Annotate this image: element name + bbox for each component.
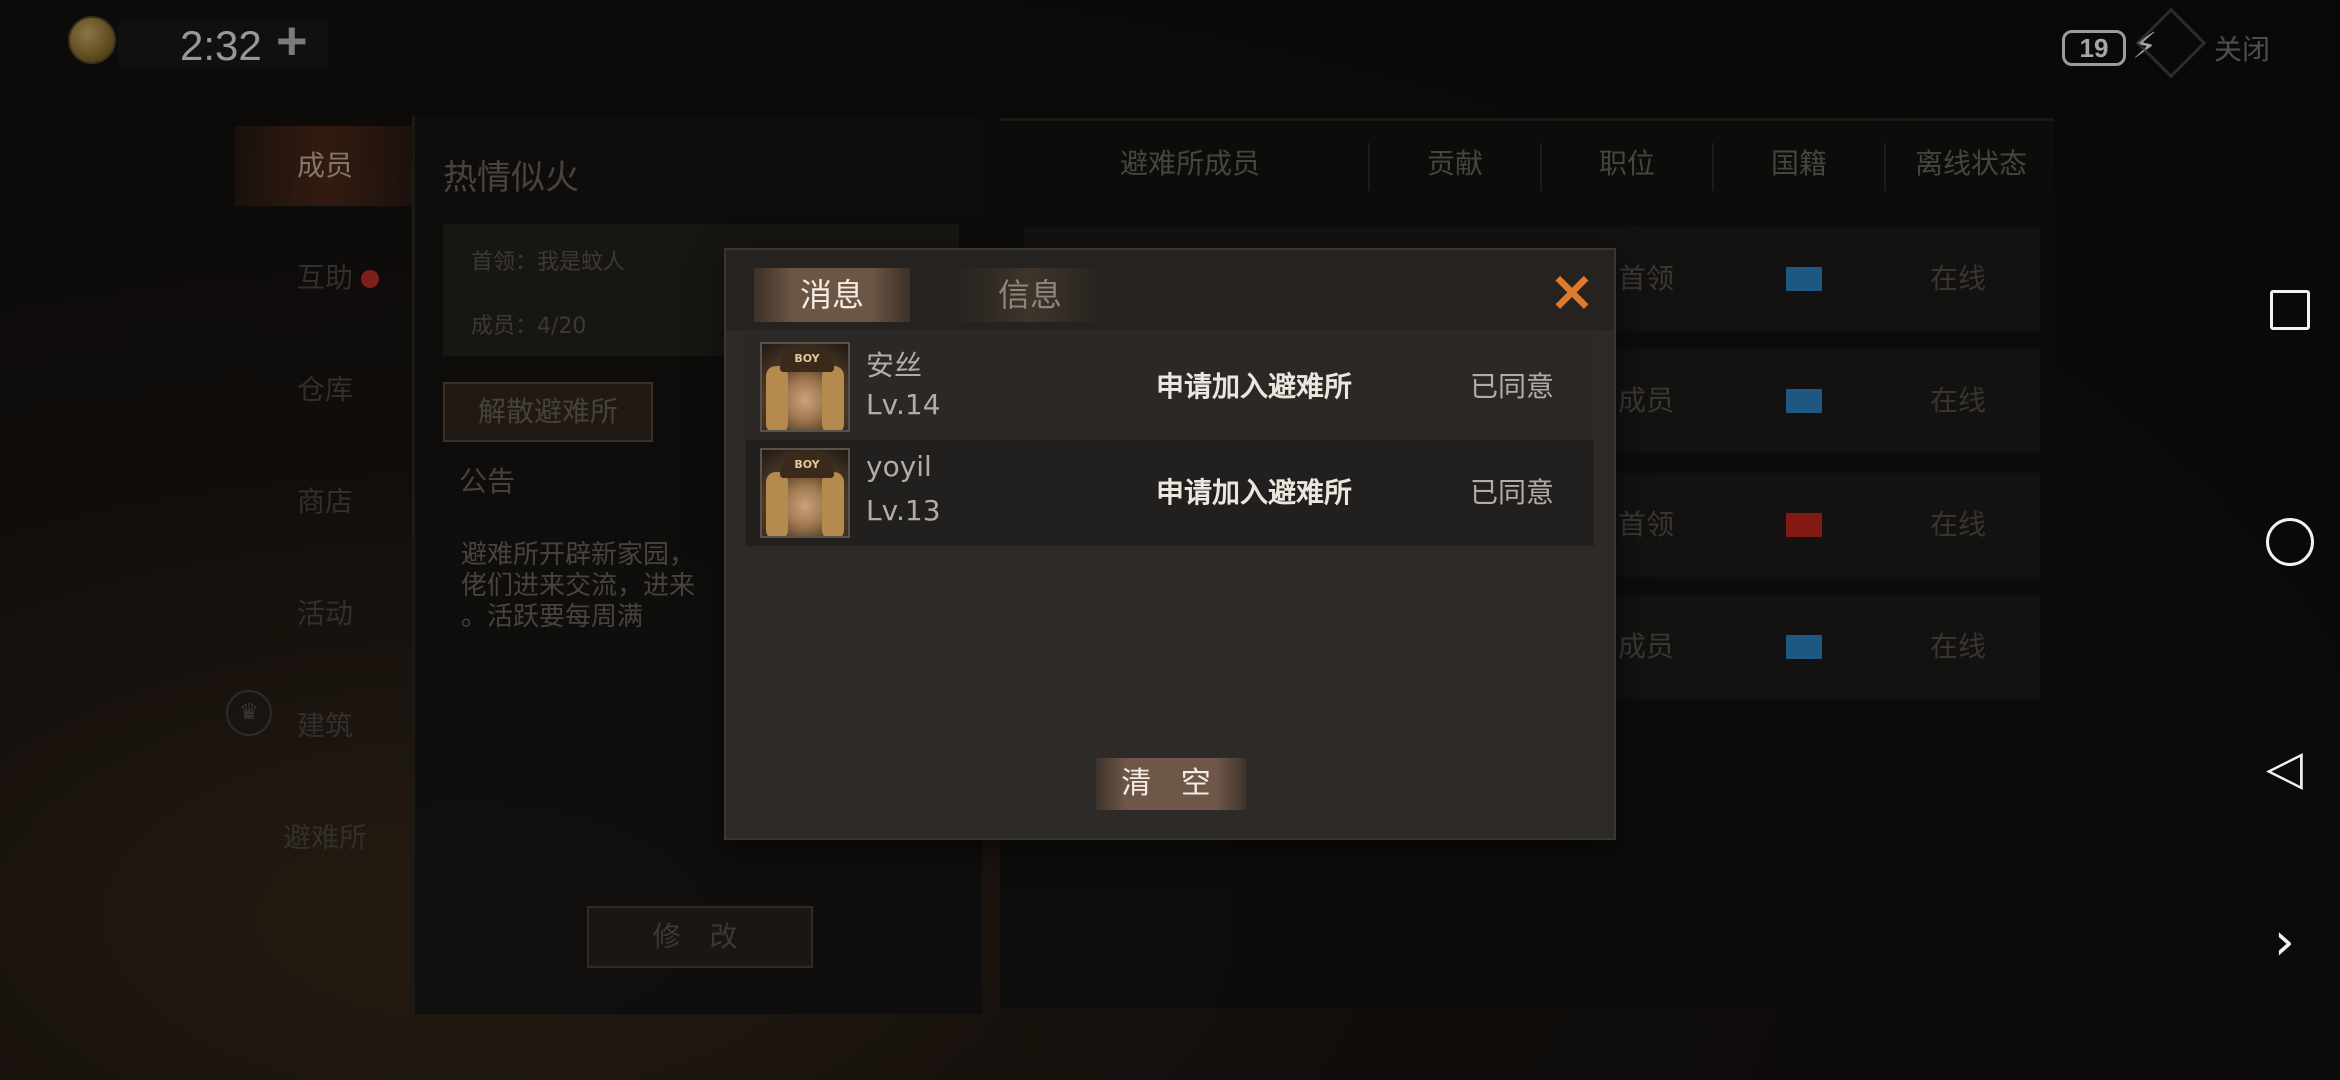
message-dialog: 消息 信息 × BOY 安丝 Lv.14 申请加入避难所 已同意 BOY yoy… xyxy=(726,250,1614,838)
shelter-member-count: 成员：4/20 xyxy=(471,314,587,339)
avatar-hair xyxy=(822,472,844,536)
clear-button[interactable]: 清 空 xyxy=(1096,758,1246,810)
message-action: 申请加入避难所 xyxy=(1156,370,1353,403)
message-status: 已同意 xyxy=(1470,370,1555,403)
avatar[interactable]: BOY xyxy=(760,448,850,538)
player-name: yoyil xyxy=(866,450,932,483)
player-level: Lv.13 xyxy=(866,494,941,527)
member-role: 成员 xyxy=(1618,630,1675,663)
nav-item-shelter[interactable]: 避难所 xyxy=(235,798,415,878)
col-header-online-status: 离线状态 xyxy=(1914,147,2027,180)
un-flag-icon xyxy=(1786,389,1822,413)
home-icon[interactable] xyxy=(2266,518,2314,566)
member-status: 在线 xyxy=(1930,262,1987,295)
nav-item-mutual-aid[interactable]: 互助 xyxy=(235,238,415,318)
close-panel-button[interactable]: 关闭 xyxy=(2214,28,2270,68)
modify-notice-button[interactable]: 修 改 xyxy=(587,906,813,968)
chevron-right-icon[interactable]: › xyxy=(2274,916,2295,968)
message-status: 已同意 xyxy=(1470,476,1555,509)
col-header-member: 避难所成员 xyxy=(1119,147,1260,180)
member-table-header: 避难所成员 贡献 职位 国籍 离线状态 xyxy=(1000,129,2054,199)
shelter-leader: 首领：我是蚊人 xyxy=(471,250,626,275)
avatar-hair xyxy=(766,472,788,536)
tab-info[interactable]: 信息 xyxy=(952,268,1108,322)
player-name: 安丝 xyxy=(866,349,923,382)
close-icon[interactable]: × xyxy=(1544,264,1600,320)
un-flag-icon xyxy=(1786,267,1822,291)
col-header-contribution: 贡献 xyxy=(1426,147,1483,180)
tab-messages[interactable]: 消息 xyxy=(754,268,910,322)
avatar-hair xyxy=(822,366,844,430)
member-status: 在线 xyxy=(1930,384,1987,417)
nav-item-shop[interactable]: 商店 xyxy=(235,462,415,542)
coin-icon[interactable] xyxy=(68,16,116,64)
crown-icon: ♛ xyxy=(226,690,272,736)
close-diamond-icon[interactable] xyxy=(2135,7,2207,79)
un-flag-icon xyxy=(1786,635,1822,659)
avatar-hair xyxy=(766,366,788,430)
recents-icon[interactable] xyxy=(2270,290,2310,330)
notice-heading: 公告 xyxy=(459,465,516,498)
nav-item-warehouse[interactable]: 仓库 xyxy=(235,350,415,430)
dialog-tab-bar: 消息 信息 × xyxy=(726,250,1614,330)
disband-shelter-button[interactable]: 解散避难所 xyxy=(443,382,653,442)
nav-item-members[interactable]: 成员 xyxy=(235,126,415,206)
shelter-name: 热情似火 xyxy=(443,158,579,198)
message-row[interactable]: BOY yoyil Lv.13 申请加入避难所 已同意 xyxy=(746,440,1594,546)
nav-item-label: 互助 xyxy=(296,261,353,294)
avatar-cap: BOY xyxy=(780,346,834,372)
message-list: BOY 安丝 Lv.14 申请加入避难所 已同意 BOY yoyil Lv.13… xyxy=(746,334,1594,546)
avatar-cap: BOY xyxy=(780,452,834,478)
col-header-position: 职位 xyxy=(1598,147,1655,180)
battery-indicator: 19 xyxy=(2062,30,2126,66)
status-time: 2:32 xyxy=(180,22,262,69)
col-header-nationality: 国籍 xyxy=(1770,147,1827,180)
add-currency-button[interactable]: + xyxy=(276,10,308,72)
cn-flag-icon xyxy=(1786,513,1822,537)
notification-dot xyxy=(361,270,379,288)
message-row[interactable]: BOY 安丝 Lv.14 申请加入避难所 已同意 xyxy=(746,334,1594,440)
message-action: 申请加入避难所 xyxy=(1156,476,1353,509)
player-level: Lv.14 xyxy=(866,388,941,421)
avatar[interactable]: BOY xyxy=(760,342,850,432)
member-status: 在线 xyxy=(1930,630,1987,663)
member-role: 首领 xyxy=(1618,262,1675,295)
member-status: 在线 xyxy=(1930,508,1987,541)
member-role: 成员 xyxy=(1618,384,1675,417)
member-role: 首领 xyxy=(1618,508,1675,541)
back-icon[interactable]: ◁ xyxy=(2266,744,2303,792)
nav-item-activity[interactable]: 活动 xyxy=(235,574,415,654)
